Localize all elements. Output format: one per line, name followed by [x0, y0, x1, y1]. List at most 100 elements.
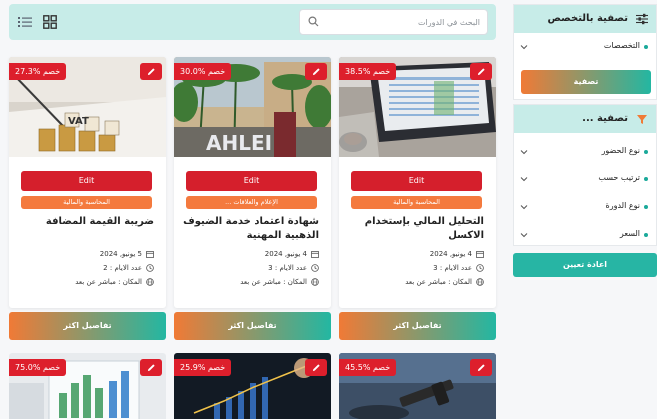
sort-by-label: ترتيب حسب: [598, 173, 640, 182]
bullet-dot: [644, 45, 648, 49]
edit-button[interactable]: Edit: [21, 171, 152, 191]
search-icon[interactable]: [308, 16, 319, 27]
course-card: AHLEI 30.0% خصم Edit الإعلام والعلاقات .…: [174, 57, 331, 308]
date-row: 4 يونيو, 2024: [344, 248, 484, 260]
pencil-icon: [477, 364, 485, 372]
days-row: عدد الايام : 3: [344, 262, 484, 274]
discount-badge: 75.0% خصم: [9, 359, 67, 376]
details-button[interactable]: تفاصيل اكثر: [174, 312, 331, 340]
specialty-filter-title: تصفية بالتخصص: [547, 13, 628, 24]
specialty-dropdown-label: التخصصات: [603, 41, 640, 50]
course-days: عدد الايام : 2: [103, 264, 142, 272]
search-box: [299, 9, 488, 35]
course-location: المكان : مباشر عن بعد: [75, 278, 142, 286]
details-button[interactable]: تفاصيل اكثر: [9, 312, 166, 340]
edit-icon-button[interactable]: [305, 63, 327, 80]
edit-icon-button[interactable]: [140, 63, 162, 80]
attendance-type-label: نوع الحضور: [601, 146, 640, 155]
discount-badge: 38.5% خصم: [339, 63, 397, 80]
category-tag[interactable]: الإعلام والعلاقات ...: [186, 196, 317, 209]
specialty-dropdown[interactable]: التخصصات: [514, 37, 656, 57]
course-card: 25.9% خصم: [174, 353, 331, 419]
bullet-dot: [644, 205, 648, 209]
funnel-icon: [637, 115, 647, 124]
bullet-dot: [644, 233, 648, 237]
course-image: AHLEI 30.0% خصم: [174, 57, 331, 157]
discount-badge: 27.3% خصم: [9, 63, 67, 80]
pencil-icon: [477, 68, 485, 76]
globe-icon: [476, 278, 484, 286]
pencil-icon: [312, 68, 320, 76]
chevron-down-icon: [520, 45, 528, 50]
filter-button[interactable]: تصفية: [521, 70, 651, 94]
chevron-down-icon: [520, 177, 528, 182]
course-type-label: نوع الدورة: [605, 201, 640, 210]
edit-icon-button[interactable]: [305, 359, 327, 376]
date-row: 4 يونيو, 2024: [179, 248, 319, 260]
grid-view-icon[interactable]: [43, 15, 57, 29]
course-card: 38.5% خصم Edit المحاسبة والمالية التحليل…: [339, 57, 496, 308]
date-row: 5 يونيو, 2024: [14, 248, 154, 260]
top-toolbar: [9, 4, 496, 40]
days-row: عدد الايام : 2: [14, 262, 154, 274]
calendar-icon: [476, 251, 484, 258]
details-button[interactable]: تفاصيل اكثر: [339, 312, 496, 340]
course-title[interactable]: شهادة اعتماد خدمة الضيوف الذهبية المهنية: [181, 215, 319, 243]
course-days: عدد الايام : 3: [268, 264, 307, 272]
bullet-dot: [644, 177, 648, 181]
clock-icon: [311, 264, 319, 272]
clock-icon: [476, 264, 484, 272]
vat-text: VAT: [68, 116, 89, 127]
edit-button[interactable]: Edit: [186, 171, 317, 191]
filters-title: تصفية ...: [582, 113, 628, 124]
price-dropdown[interactable]: السعر: [514, 225, 656, 245]
category-tag[interactable]: المحاسبة والمالية: [351, 196, 482, 209]
course-location: المكان : مباشر عن بعد: [240, 278, 307, 286]
course-days: عدد الايام : 3: [433, 264, 472, 272]
course-card: VAT 27.3% خصم Edit المحاسبة والمالية ضري…: [9, 57, 166, 308]
course-type-dropdown[interactable]: نوع الدورة: [514, 197, 656, 217]
calendar-icon: [311, 251, 319, 258]
sliders-icon: [636, 13, 648, 25]
chevron-down-icon: [520, 233, 528, 238]
globe-icon: [146, 278, 154, 286]
discount-badge: 25.9% خصم: [174, 359, 232, 376]
specialty-filter-panel: تصفية بالتخصص التخصصات تصفية: [513, 4, 657, 100]
pencil-icon: [147, 364, 155, 372]
edit-icon-button[interactable]: [470, 359, 492, 376]
sort-by-dropdown[interactable]: ترتيب حسب: [514, 169, 656, 189]
chevron-down-icon: [520, 150, 528, 155]
location-row: المكان : مباشر عن بعد: [344, 276, 484, 288]
course-title[interactable]: التحليل المالي بإستخدام الاكسل: [346, 215, 484, 243]
edit-button[interactable]: Edit: [351, 171, 482, 191]
course-date: 4 يونيو, 2024: [429, 250, 472, 258]
filters-panel: تصفية ... نوع الحضور ترتيب حسب نوع الدور…: [513, 104, 657, 246]
list-view-icon[interactable]: [18, 15, 32, 29]
edit-icon-button[interactable]: [470, 63, 492, 80]
clock-icon: [146, 264, 154, 272]
category-tag[interactable]: المحاسبة والمالية: [21, 196, 152, 209]
reset-button[interactable]: اعادة تعيين: [513, 253, 657, 277]
pencil-icon: [147, 68, 155, 76]
course-card: 75.0% خصم: [9, 353, 166, 419]
course-date: 5 يونيو, 2024: [99, 250, 142, 258]
globe-icon: [311, 278, 319, 286]
attendance-type-dropdown[interactable]: نوع الحضور: [514, 142, 656, 162]
location-row: المكان : مباشر عن بعد: [14, 276, 154, 288]
course-location: المكان : مباشر عن بعد: [405, 278, 472, 286]
course-card: 45.5% خصم: [339, 353, 496, 419]
course-title[interactable]: ضريبة القيمة المضافة: [16, 215, 154, 229]
bullet-dot: [644, 150, 648, 154]
price-label: السعر: [619, 229, 640, 238]
ahlei-logo-text: AHLEI: [206, 131, 272, 155]
days-row: عدد الايام : 3: [179, 262, 319, 274]
course-date: 4 يونيو, 2024: [264, 250, 307, 258]
edit-icon-button[interactable]: [140, 359, 162, 376]
discount-badge: 45.5% خصم: [339, 359, 397, 376]
pencil-icon: [312, 364, 320, 372]
search-input[interactable]: [322, 10, 480, 34]
location-row: المكان : مباشر عن بعد: [179, 276, 319, 288]
specialty-filter-header: تصفية بالتخصص: [514, 5, 656, 33]
course-image: 38.5% خصم: [339, 57, 496, 157]
calendar-icon: [146, 251, 154, 258]
